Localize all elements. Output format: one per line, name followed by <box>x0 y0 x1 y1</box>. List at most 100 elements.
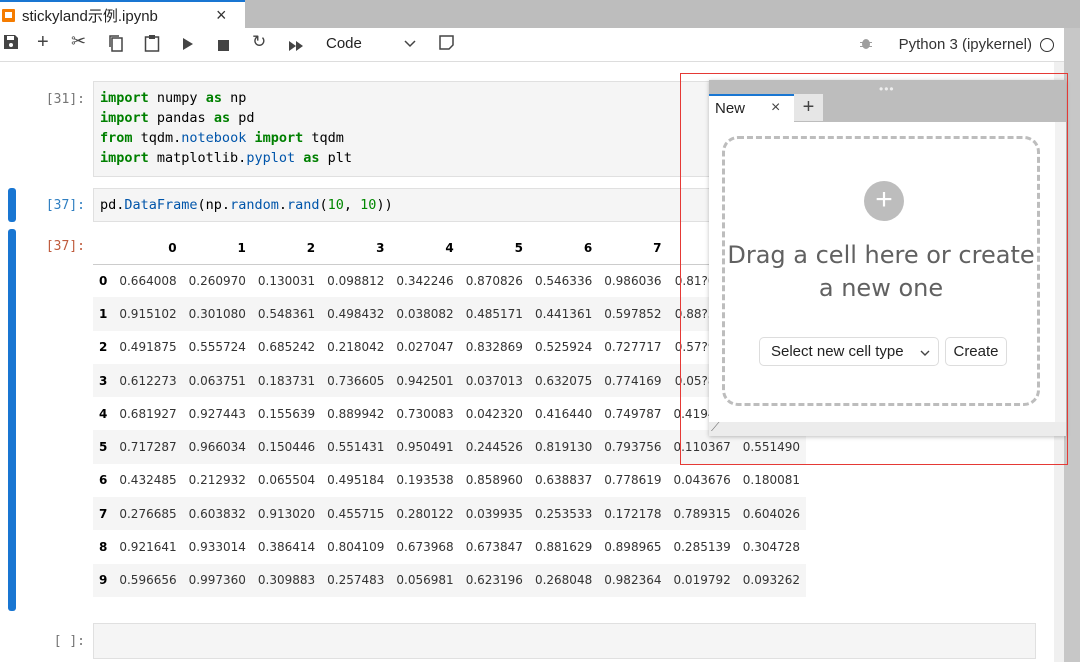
row-index: 3 <box>99 373 108 388</box>
cut-icon[interactable]: ✂ <box>71 31 86 52</box>
table-cell: 0.027047 <box>396 340 454 355</box>
drag-handle-icon[interactable]: ••• <box>879 82 895 96</box>
table-cell: 0.673847 <box>465 540 523 555</box>
drop-zone[interactable]: + Drag a cell here or create a new one S… <box>722 136 1040 406</box>
output-collapser[interactable] <box>8 229 16 611</box>
chevron-down-icon[interactable] <box>404 35 416 53</box>
table-row: 0 0.664008 0.260970 0.130031 0.098812 0.34224… <box>93 264 807 298</box>
close-icon[interactable]: × <box>771 99 780 117</box>
table-cell: 0.778619 <box>604 473 662 488</box>
row-index: 2 <box>99 340 108 355</box>
add-tab-button[interactable]: + <box>794 94 823 121</box>
drop-zone-text: Drag a cell here or create a new one <box>727 241 1035 302</box>
row-index: 7 <box>99 506 108 521</box>
table-cell: 0.551431 <box>327 440 385 455</box>
table-cell: 0.257483 <box>327 573 385 588</box>
table-cell: 0.966034 <box>188 440 246 455</box>
table-cell: 0.749787 <box>604 406 662 421</box>
run-icon[interactable] <box>183 37 193 55</box>
notebook-icon <box>2 8 15 22</box>
table-cell: 0.093262 <box>742 573 801 588</box>
table-cell: 0.927443 <box>188 406 246 421</box>
plus-circle-icon: + <box>864 181 904 221</box>
table-cell: 0.495184 <box>327 473 385 488</box>
table-cell: 0.832869 <box>465 340 523 355</box>
table-cell: 0.632075 <box>534 373 593 388</box>
row-index: 0 <box>99 273 108 288</box>
table-cell: 0.933014 <box>188 540 246 555</box>
panel-header[interactable]: ••• New × + <box>709 80 1066 122</box>
sticky-note-icon[interactable] <box>439 35 454 55</box>
table-row: 6 0.432485 0.212932 0.065504 0.495184 0.19353… <box>93 463 807 498</box>
cell-type-select[interactable]: Code <box>326 35 362 52</box>
table-cell: 0.685242 <box>257 340 316 355</box>
paste-icon[interactable] <box>144 34 160 57</box>
copy-icon[interactable] <box>108 34 124 57</box>
bug-icon[interactable] <box>860 36 872 55</box>
cell-type-dropdown[interactable]: Select new cell type <box>759 337 939 366</box>
empty-code-cell[interactable] <box>93 623 1036 659</box>
close-icon[interactable]: × <box>216 5 227 26</box>
column-header: 5 <box>459 232 529 265</box>
table-cell: 0.180081 <box>742 473 801 488</box>
table-cell: 0.546336 <box>534 273 593 288</box>
table-cell: 0.681927 <box>119 406 177 421</box>
table-cell: 0.603832 <box>188 506 246 521</box>
resize-handle-icon[interactable]: ⟋ <box>711 420 719 435</box>
table-row: 4 0.681927 0.927443 0.155639 0.889942 0.73008… <box>93 397 807 431</box>
table-cell: 0.913020 <box>257 506 316 521</box>
table-cell: 0.432485 <box>119 473 177 488</box>
table-cell: 0.416440 <box>534 406 593 421</box>
chevron-down-icon <box>920 350 930 356</box>
table-cell: 0.039935 <box>465 506 523 521</box>
table-row: 2 0.491875 0.555724 0.685242 0.218042 0.02704… <box>93 330 807 364</box>
create-button[interactable]: Create <box>945 337 1007 366</box>
kernel-indicator[interactable]: Python 3 (ipykernel) <box>899 36 1054 53</box>
table-cell: 0.889942 <box>327 406 385 421</box>
tab-bar: stickyland示例.ipynb × <box>0 0 1080 28</box>
save-icon[interactable] <box>3 34 19 55</box>
table-cell: 0.212932 <box>188 473 246 488</box>
table-cell: 0.915102 <box>119 306 177 321</box>
column-header: 3 <box>321 232 391 265</box>
table-cell: 0.056981 <box>396 573 454 588</box>
table-row: 1 0.915102 0.301080 0.548361 0.498432 0.03808… <box>93 297 807 331</box>
cell-prompt: [31]: <box>45 92 85 107</box>
table-cell: 0.043676 <box>673 473 731 488</box>
table-cell: 0.260970 <box>188 273 246 288</box>
table-cell: 0.525924 <box>534 340 593 355</box>
tab-title: stickyland示例.ipynb <box>22 7 158 25</box>
table-cell: 0.942501 <box>396 373 454 388</box>
table-cell: 0.664008 <box>119 273 177 288</box>
table-cell: 0.736605 <box>327 373 385 388</box>
table-cell: 0.921641 <box>119 540 177 555</box>
panel-vertical-scrollbar[interactable] <box>1055 122 1066 422</box>
table-cell: 0.604026 <box>742 506 801 521</box>
table-cell: 0.717287 <box>119 440 177 455</box>
table-cell: 0.342246 <box>396 273 454 288</box>
column-header: 4 <box>390 232 460 265</box>
table-cell: 0.268048 <box>534 573 593 588</box>
add-cell-icon[interactable]: + <box>37 31 49 54</box>
stop-icon[interactable] <box>218 38 229 56</box>
notebook-toolbar: + ✂ ↻ Code Python 3 (ipykernel) <box>0 28 1064 62</box>
sticky-panel[interactable]: ••• New × + + Drag a cell here or create… <box>709 80 1066 436</box>
table-cell: 0.596656 <box>119 573 177 588</box>
panel-horizontal-scrollbar[interactable] <box>709 422 1066 436</box>
panel-tab-new[interactable]: New × <box>709 94 794 122</box>
index-header <box>93 232 114 265</box>
restart-icon[interactable]: ↻ <box>252 32 266 52</box>
row-index: 5 <box>99 440 108 455</box>
table-cell: 0.638837 <box>534 473 593 488</box>
table-cell: 0.623196 <box>465 573 523 588</box>
table-cell: 0.304728 <box>742 540 801 555</box>
kernel-status-icon <box>1040 37 1054 52</box>
kernel-name: Python 3 (ipykernel) <box>898 36 1032 53</box>
cell-prompt: [37]: <box>45 198 85 213</box>
row-index: 8 <box>99 540 108 555</box>
window-scrollbar[interactable] <box>1064 28 1080 662</box>
notebook-tab[interactable]: stickyland示例.ipynb × <box>0 0 245 28</box>
run-all-icon[interactable] <box>289 38 303 56</box>
table-cell: 0.276685 <box>119 506 177 521</box>
table-cell: 0.485171 <box>465 306 523 321</box>
